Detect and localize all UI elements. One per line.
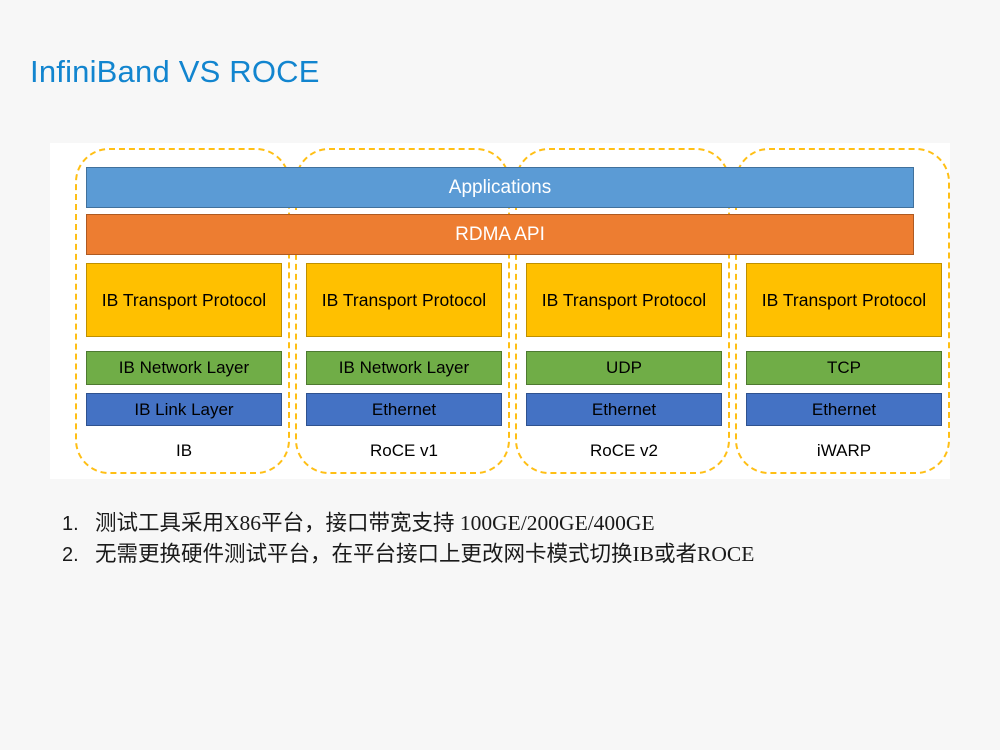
cell-network-roce-v2: UDP	[526, 351, 722, 385]
cell-transport-roce-v2-label: IB Transport Protocol	[541, 289, 707, 310]
cell-link-iwarp: Ethernet	[746, 393, 942, 426]
cell-network-roce-v1-label: IB Network Layer	[338, 358, 470, 378]
cell-network-ib-label: IB Network Layer	[118, 358, 250, 378]
protocol-stack-diagram: Applications RDMA API IB Transport Proto…	[50, 143, 950, 479]
column-name-roce-v1: RoCE v1	[306, 435, 502, 467]
cell-network-ib: IB Network Layer	[86, 351, 282, 385]
list-item: 1. 测试工具采用X86平台，接口带宽支持 100GE/200GE/400GE	[62, 508, 962, 539]
cell-link-roce-v1-label: Ethernet	[371, 399, 437, 419]
column-name-roce-v1-label: RoCE v1	[369, 441, 439, 461]
layer-bar-applications-label: Applications	[448, 176, 552, 198]
list-item-number: 1.	[62, 513, 79, 535]
notes-list: 1. 测试工具采用X86平台，接口带宽支持 100GE/200GE/400GE …	[62, 508, 962, 569]
page-title: InfiniBand VS ROCE	[30, 53, 320, 89]
layer-bar-applications: Applications	[86, 167, 914, 208]
column-name-ib-label: IB	[175, 441, 193, 461]
cell-network-iwarp: TCP	[746, 351, 942, 385]
list-item-text: 测试工具采用X86平台，接口带宽支持 100GE/200GE/400GE	[95, 511, 655, 535]
cell-transport-roce-v2: IB Transport Protocol	[526, 263, 722, 337]
column-name-roce-v2-label: RoCE v2	[589, 441, 659, 461]
cell-transport-iwarp-label: IB Transport Protocol	[761, 289, 927, 310]
cell-transport-roce-v1-label: IB Transport Protocol	[321, 289, 487, 310]
layer-bar-rdma-api: RDMA API	[86, 214, 914, 255]
column-name-iwarp-label: iWARP	[816, 441, 872, 461]
cell-link-iwarp-label: Ethernet	[811, 399, 877, 419]
cell-network-roce-v1: IB Network Layer	[306, 351, 502, 385]
cell-link-roce-v2-label: Ethernet	[591, 399, 657, 419]
cell-network-roce-v2-label: UDP	[606, 358, 642, 378]
cell-transport-ib-label: IB Transport Protocol	[101, 289, 267, 310]
cell-transport-roce-v1: IB Transport Protocol	[306, 263, 502, 337]
cell-link-roce-v1: Ethernet	[306, 393, 502, 426]
cell-link-ib-label: IB Link Layer	[134, 399, 234, 419]
list-item-text: 无需更换硬件测试平台，在平台接口上更改网卡模式切换IB或者ROCE	[95, 541, 755, 566]
layer-bar-rdma-api-label: RDMA API	[455, 223, 545, 245]
cell-link-roce-v2: Ethernet	[526, 393, 722, 426]
cell-transport-ib: IB Transport Protocol	[86, 263, 282, 337]
cell-network-iwarp-label: TCP	[827, 358, 861, 378]
list-item-number: 2.	[62, 543, 79, 566]
cell-transport-iwarp: IB Transport Protocol	[746, 263, 942, 337]
cell-link-ib: IB Link Layer	[86, 393, 282, 426]
column-name-roce-v2: RoCE v2	[526, 435, 722, 467]
column-name-ib: IB	[86, 435, 282, 467]
list-item: 2. 无需更换硬件测试平台，在平台接口上更改网卡模式切换IB或者ROCE	[62, 539, 962, 570]
column-name-iwarp: iWARP	[746, 435, 942, 467]
